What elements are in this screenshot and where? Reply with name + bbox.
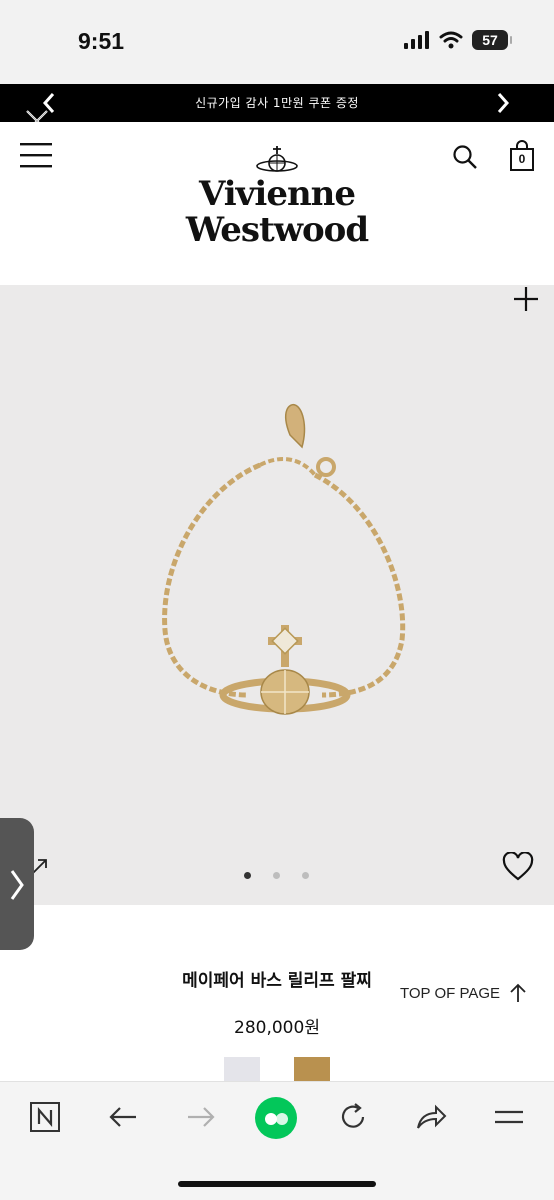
forward-arrow-icon[interactable]: [184, 1100, 218, 1134]
greendot-icon[interactable]: [254, 1096, 298, 1140]
menu-icon[interactable]: [20, 142, 52, 168]
search-icon[interactable]: [452, 144, 478, 170]
bracelet-image: [162, 403, 406, 715]
status-bar: 9:51 57: [0, 0, 554, 84]
plus-icon[interactable]: [512, 285, 540, 313]
brand-logo[interactable]: Vivienne Westwood: [0, 176, 554, 248]
status-time: 9:51: [78, 28, 125, 54]
back-arrow-icon[interactable]: [106, 1100, 140, 1134]
promo-banner[interactable]: 신규가입 감사 1만원 쿠폰 증정: [0, 84, 554, 122]
menu-lines-icon[interactable]: [492, 1100, 526, 1134]
top-of-page-label: TOP OF PAGE: [400, 984, 501, 1002]
status-icons: 57: [404, 30, 512, 50]
browser-toolbar: [0, 1081, 554, 1200]
heart-icon[interactable]: [502, 852, 534, 882]
chevron-right-icon[interactable]: [492, 91, 514, 115]
refresh-icon[interactable]: [336, 1100, 370, 1134]
gallery-dot-3[interactable]: [302, 872, 309, 879]
orb-logo-icon[interactable]: [254, 144, 300, 176]
gallery-dot-1[interactable]: [244, 872, 251, 879]
battery-indicator: 57: [472, 30, 512, 50]
site-header: Vivienne Westwood 0: [0, 122, 554, 285]
home-indicator: [178, 1181, 376, 1187]
chevron-right-icon: [10, 870, 24, 900]
n-home-icon[interactable]: [28, 1100, 62, 1134]
side-drawer-tab[interactable]: [0, 818, 34, 950]
gallery-pagination: [244, 872, 309, 879]
shopping-bag-button[interactable]: 0: [508, 140, 536, 172]
share-icon[interactable]: [414, 1100, 448, 1134]
gallery-dot-2[interactable]: [273, 872, 280, 879]
wifi-icon: [439, 31, 463, 49]
top-of-page-button[interactable]: TOP OF PAGE: [400, 982, 528, 1004]
cart-count: 0: [518, 152, 526, 166]
brand-line-2: Westwood: [185, 210, 369, 250]
chevron-up-icon: [510, 983, 526, 1002]
signal-icon: [404, 31, 429, 49]
color-swatch-silver[interactable]: [224, 1057, 260, 1083]
product-image-gallery[interactable]: [0, 285, 554, 905]
brand-line-1: Vivienne: [198, 174, 356, 214]
product-price: 280,000원: [234, 1018, 320, 1038]
color-swatch-gold[interactable]: [294, 1057, 330, 1083]
promo-text[interactable]: 신규가입 감사 1만원 쿠폰 증정: [0, 94, 554, 111]
